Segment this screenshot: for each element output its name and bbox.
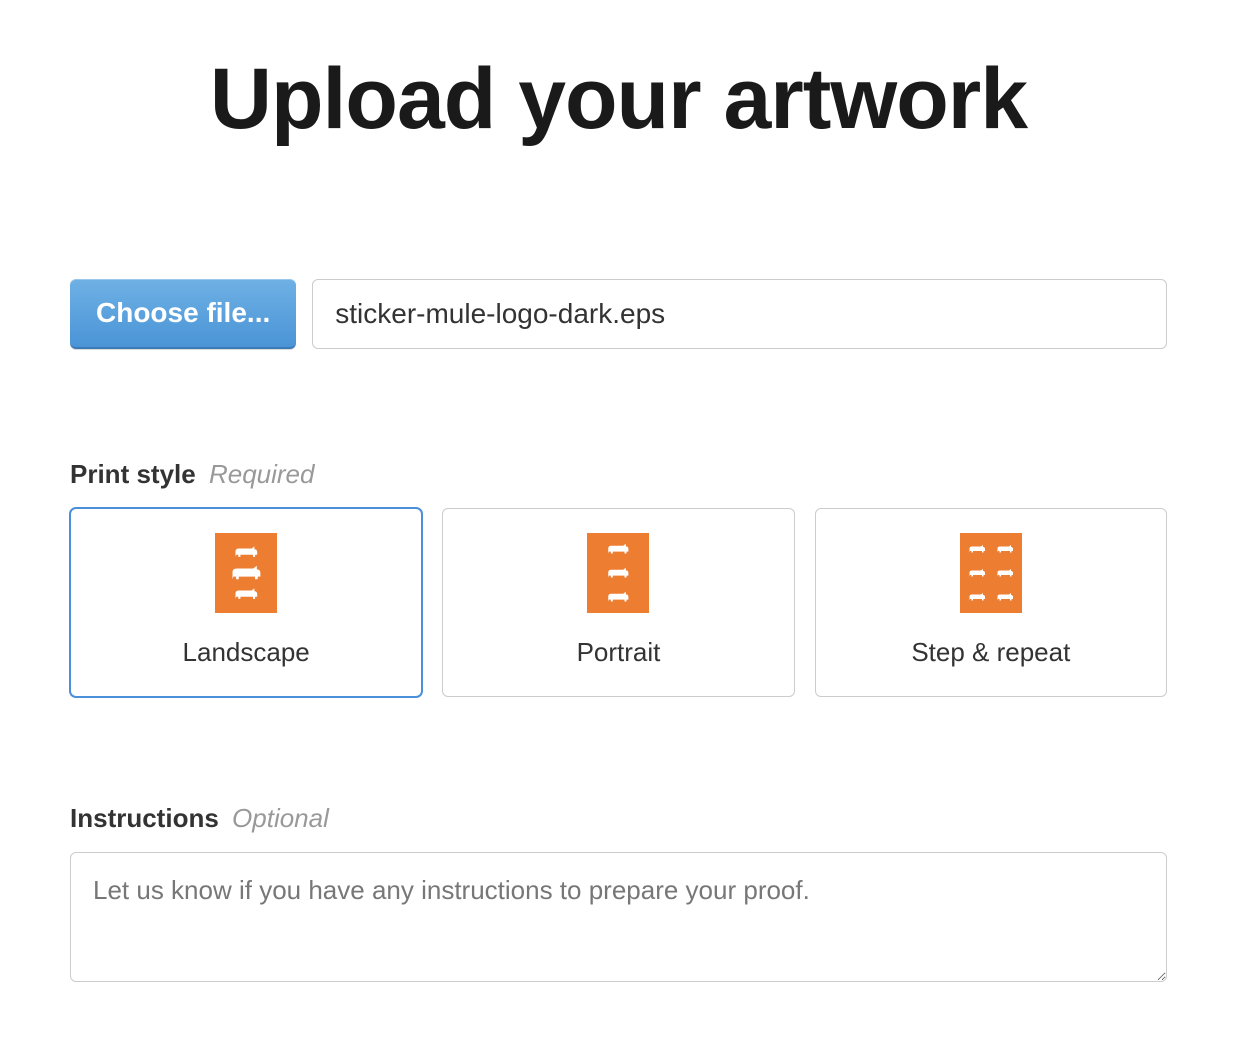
print-style-label: Print style Required	[70, 459, 1167, 490]
instructions-label: Instructions Optional	[70, 803, 1167, 834]
print-option-portrait[interactable]: Portrait	[442, 508, 794, 697]
landscape-icon	[215, 533, 277, 613]
instructions-label-text: Instructions	[70, 803, 219, 833]
upload-artwork-form: Upload your artwork Choose file... Print…	[0, 0, 1237, 1037]
print-option-label: Portrait	[577, 637, 661, 668]
portrait-icon	[587, 533, 649, 613]
choose-file-button[interactable]: Choose file...	[70, 279, 296, 349]
print-option-label: Landscape	[183, 637, 310, 668]
print-option-step-repeat[interactable]: Step & repeat	[815, 508, 1167, 697]
print-option-landscape[interactable]: Landscape	[70, 508, 422, 697]
print-style-options: Landscape Portrait	[70, 508, 1167, 697]
page-title: Upload your artwork	[70, 50, 1167, 149]
filename-input[interactable]	[312, 279, 1167, 349]
instructions-textarea[interactable]	[70, 852, 1167, 982]
instructions-section: Instructions Optional	[70, 803, 1167, 987]
print-style-section: Print style Required Landscape	[70, 459, 1167, 697]
step-repeat-icon	[960, 533, 1022, 613]
print-option-label: Step & repeat	[911, 637, 1070, 668]
print-style-label-text: Print style	[70, 459, 196, 489]
file-row: Choose file...	[70, 279, 1167, 349]
instructions-tag: Optional	[232, 803, 329, 833]
print-style-tag: Required	[209, 459, 315, 489]
